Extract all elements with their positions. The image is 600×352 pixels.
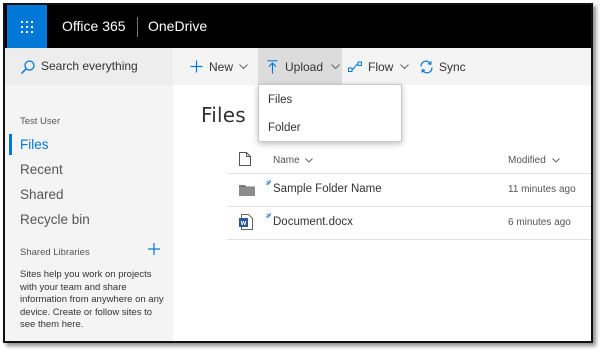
left-nav: Search everything Test User Files Recent… — [5, 48, 173, 341]
chevron-down-icon — [305, 158, 314, 163]
new-label: New — [209, 59, 234, 74]
file-name[interactable]: Document.docx — [273, 216, 353, 228]
sync-label: Sync — [439, 59, 466, 74]
upload-menu-item-folder[interactable]: Folder — [268, 122, 301, 134]
chevron-down-icon — [239, 63, 248, 69]
app-launcher-button[interactable] — [7, 5, 47, 48]
svg-text:w: w — [240, 220, 247, 227]
upload-menu-item-files[interactable]: Files — [268, 94, 292, 106]
page-title: Files — [201, 103, 246, 127]
file-name[interactable]: Sample Folder Name — [273, 183, 382, 195]
sync-button[interactable]: Sync — [419, 48, 469, 85]
flow-button[interactable]: Flow — [348, 48, 412, 85]
flow-label: Flow — [368, 59, 394, 74]
flow-icon — [348, 61, 362, 72]
add-library-icon[interactable] — [147, 242, 161, 256]
office-365-link[interactable]: Office 365 — [62, 5, 126, 48]
word-doc-icon: w — [239, 214, 253, 230]
search-placeholder: Search everything — [41, 59, 138, 73]
upload-button[interactable]: Upload — [258, 48, 342, 85]
new-button[interactable]: New — [190, 48, 254, 85]
file-type-header-icon — [239, 152, 251, 166]
sync-icon — [420, 60, 433, 73]
row-divider — [227, 206, 591, 207]
shared-libraries-heading: Shared Libraries — [20, 247, 90, 258]
nav-item-recycle-bin[interactable]: Recycle bin — [20, 212, 90, 227]
upload-label: Upload — [285, 59, 324, 74]
file-modified: 11 minutes ago — [508, 184, 576, 195]
app-window: Office 365 OneDrive Search everything Te… — [3, 3, 593, 343]
row-divider — [227, 239, 591, 240]
active-nav-indicator — [9, 134, 12, 155]
search-box[interactable]: Search everything — [5, 48, 173, 85]
upload-menu: Files Folder — [258, 84, 402, 142]
suite-divider — [137, 17, 138, 37]
suite-bar: Office 365 OneDrive — [5, 5, 591, 48]
plus-icon — [190, 60, 203, 73]
user-name: Test User — [20, 116, 61, 127]
chevron-down-icon — [551, 158, 560, 163]
nav-item-shared[interactable]: Shared — [20, 187, 64, 202]
nav-item-files[interactable]: Files — [20, 137, 49, 152]
file-modified: 6 minutes ago — [508, 217, 571, 228]
shared-libraries-description: Sites help you work on projects with you… — [20, 269, 164, 330]
column-header-name[interactable]: Name — [273, 155, 314, 166]
search-icon — [20, 60, 35, 75]
column-header-modified[interactable]: Modified — [508, 155, 560, 166]
chevron-down-icon — [400, 63, 410, 69]
command-bar: New Upload Flow Sync — [173, 48, 591, 85]
onedrive-app-link[interactable]: OneDrive — [148, 5, 207, 48]
folder-icon — [239, 185, 255, 196]
nav-item-recent[interactable]: Recent — [20, 162, 63, 177]
chevron-down-icon — [331, 63, 340, 69]
row-divider — [227, 173, 591, 174]
upload-icon — [267, 59, 278, 73]
waffle-icon — [21, 20, 33, 33]
